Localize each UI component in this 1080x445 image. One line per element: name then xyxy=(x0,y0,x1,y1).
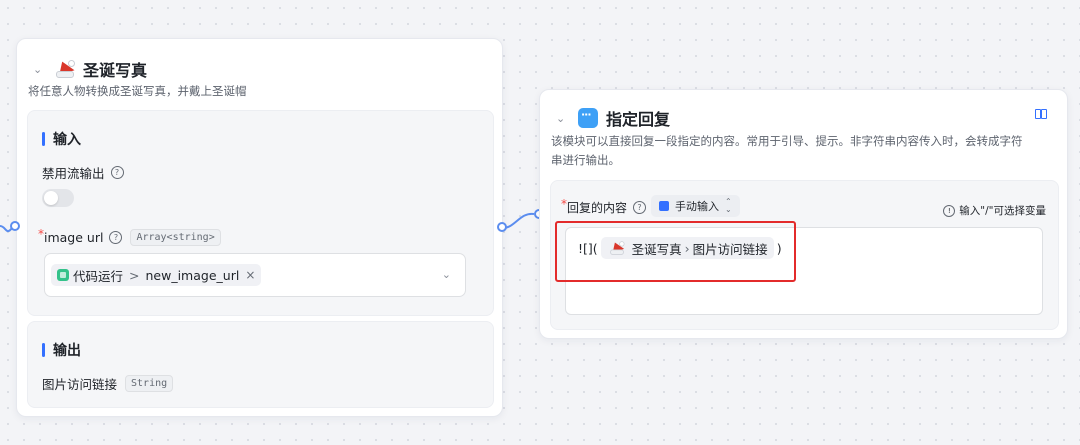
variable-hint: ! 输入"/"可选择变量 xyxy=(943,203,1046,218)
remove-ref-icon[interactable]: × xyxy=(245,268,255,282)
manual-input-icon xyxy=(659,201,669,211)
type-tag: String xyxy=(125,375,174,392)
help-icon[interactable]: ? xyxy=(110,166,124,179)
variable-ref-chip[interactable]: 代码运行 > new_image_url × xyxy=(51,264,262,286)
chevron-down-icon[interactable]: ⌄ xyxy=(556,112,570,125)
message-icon xyxy=(578,108,598,128)
highlight-box xyxy=(555,221,796,282)
input-section: 输入 禁用流输出 ? * image url ? Array<string> 代… xyxy=(27,110,494,316)
image-url-label: * image url ? Array<string> xyxy=(38,227,221,246)
node-description: 该模块可以直接回复一段指定的内容。常用于引导、提示。非字符串内容传入时，会转成字… xyxy=(551,134,1023,167)
node-header: ⌄ 圣诞写真 xyxy=(33,57,147,81)
help-icon[interactable]: ? xyxy=(109,231,123,244)
reply-content-label: * 回复的内容 ? xyxy=(561,197,647,216)
input-mode-select[interactable]: 手动输入 ⌃ ⌄ xyxy=(651,195,740,217)
output-section-title: 输出 xyxy=(42,340,81,360)
edge-left-to-right xyxy=(502,212,535,229)
type-tag: Array<string> xyxy=(130,229,221,246)
stream-output-toggle[interactable] xyxy=(42,189,74,207)
output-section: 输出 图片访问链接 String xyxy=(27,321,494,408)
help-icon[interactable]: ? xyxy=(633,201,647,214)
book-icon[interactable] xyxy=(1035,109,1049,120)
node-title: 圣诞写真 xyxy=(83,61,148,80)
output-var: 图片访问链接 String xyxy=(42,374,174,393)
chevron-down-icon[interactable]: ⌄ xyxy=(33,63,47,76)
node-specified-reply[interactable]: ⌄ 指定回复 该模块可以直接回复一段指定的内容。常用于引导、提示。非字符串内容传… xyxy=(539,89,1068,339)
node-description: 将任意人物转换成圣诞写真，并戴上圣诞帽 xyxy=(28,84,247,98)
node-header: ⌄ 指定回复 xyxy=(556,106,670,130)
code-run-icon xyxy=(57,269,69,281)
updown-icon: ⌃ ⌄ xyxy=(725,197,732,214)
santa-hat-icon xyxy=(55,58,75,78)
info-icon: ! xyxy=(943,204,956,217)
chevron-down-icon[interactable]: ⌄ xyxy=(442,268,451,281)
image-url-select[interactable]: 代码运行 > new_image_url × ⌄ xyxy=(44,253,466,297)
stream-output-label: 禁用流输出 ? xyxy=(42,163,124,182)
node-christmas-photo[interactable]: ⌄ 圣诞写真 将任意人物转换成圣诞写真，并戴上圣诞帽 输入 禁用流输出 ? * … xyxy=(16,38,503,417)
input-section-title: 输入 xyxy=(42,129,81,149)
node-title: 指定回复 xyxy=(606,110,671,129)
output-port[interactable] xyxy=(497,222,507,232)
input-port[interactable] xyxy=(10,221,20,231)
